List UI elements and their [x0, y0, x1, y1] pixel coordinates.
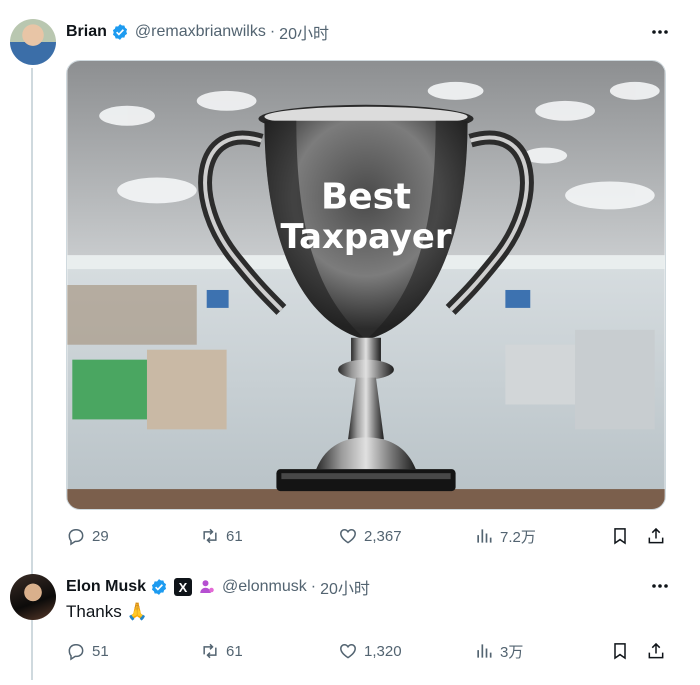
- views-count: 3万: [500, 643, 524, 661]
- timestamp[interactable]: 20小时: [279, 20, 329, 44]
- author-handle[interactable]: @elonmusk: [222, 578, 307, 596]
- avatar-brian[interactable]: [10, 19, 56, 65]
- action-bar: 51 61 1,320 3万: [66, 639, 670, 663]
- reply-button[interactable]: 29: [66, 524, 109, 548]
- views-icon: [477, 644, 492, 658]
- retweet-icon: [203, 643, 217, 659]
- like-count: 2,367: [364, 527, 402, 545]
- share-button[interactable]: [646, 524, 666, 548]
- timestamp[interactable]: 20小时: [320, 575, 370, 599]
- retweet-count: 61: [226, 642, 243, 660]
- tweet-text: Thanks 🙏: [66, 602, 148, 621]
- tweet-elon[interactable]: Elon Musk X @elonmusk · 20小时 Thanks 🙏 51…: [0, 570, 700, 685]
- views-icon: [477, 529, 492, 543]
- author-name[interactable]: Brian: [66, 23, 107, 41]
- x-logo-icon: X: [174, 578, 193, 596]
- retweet-icon: [203, 528, 217, 544]
- like-icon: [340, 643, 356, 659]
- bookmark-icon: [614, 528, 626, 545]
- share-icon: [648, 642, 664, 659]
- more-icon[interactable]: [650, 22, 670, 42]
- verified-icon: [150, 578, 168, 596]
- share-icon: [648, 527, 664, 544]
- views-count: 7.2万: [500, 528, 536, 546]
- trophy-text-line2: Taxpayer: [280, 217, 451, 256]
- like-button[interactable]: 2,367: [338, 524, 402, 548]
- more-icon[interactable]: [650, 576, 670, 596]
- like-icon: [340, 528, 356, 544]
- retweet-button[interactable]: 61: [200, 524, 243, 548]
- tweet-image-trophy[interactable]: Best Taxpayer: [66, 60, 666, 510]
- reply-icon: [68, 529, 84, 546]
- author-name[interactable]: Elon Musk: [66, 578, 146, 596]
- like-count: 1,320: [364, 642, 402, 660]
- bookmark-icon: [614, 643, 626, 660]
- reply-button[interactable]: 51: [66, 639, 109, 663]
- verified-icon: [111, 23, 129, 41]
- person-badge-icon: [198, 578, 216, 596]
- retweet-button[interactable]: 61: [200, 639, 243, 663]
- tweet-header: Brian @remaxbrianwilks · 20小时: [66, 20, 329, 44]
- bookmark-button[interactable]: [610, 639, 630, 663]
- author-handle[interactable]: @remaxbrianwilks: [135, 23, 266, 41]
- separator-dot: ·: [310, 578, 317, 595]
- reply-count: 29: [92, 527, 109, 545]
- retweet-count: 61: [226, 527, 243, 545]
- separator-dot: ·: [269, 23, 276, 40]
- views-button[interactable]: 3万: [474, 639, 523, 663]
- avatar-elon[interactable]: [10, 574, 56, 620]
- reply-count: 51: [92, 642, 109, 660]
- like-button[interactable]: 1,320: [338, 639, 402, 663]
- tweet-brian[interactable]: Brian @remaxbrianwilks · 20小时 Best Taxpa…: [0, 0, 700, 570]
- reply-icon: [68, 644, 84, 661]
- tweet-header: Elon Musk X @elonmusk · 20小时: [66, 575, 370, 599]
- action-bar: 29 61 2,367 7.2万: [66, 524, 670, 548]
- trophy-text-line1: Best: [321, 176, 411, 217]
- share-button[interactable]: [646, 639, 666, 663]
- bookmark-button[interactable]: [610, 524, 630, 548]
- views-button[interactable]: 7.2万: [474, 524, 536, 548]
